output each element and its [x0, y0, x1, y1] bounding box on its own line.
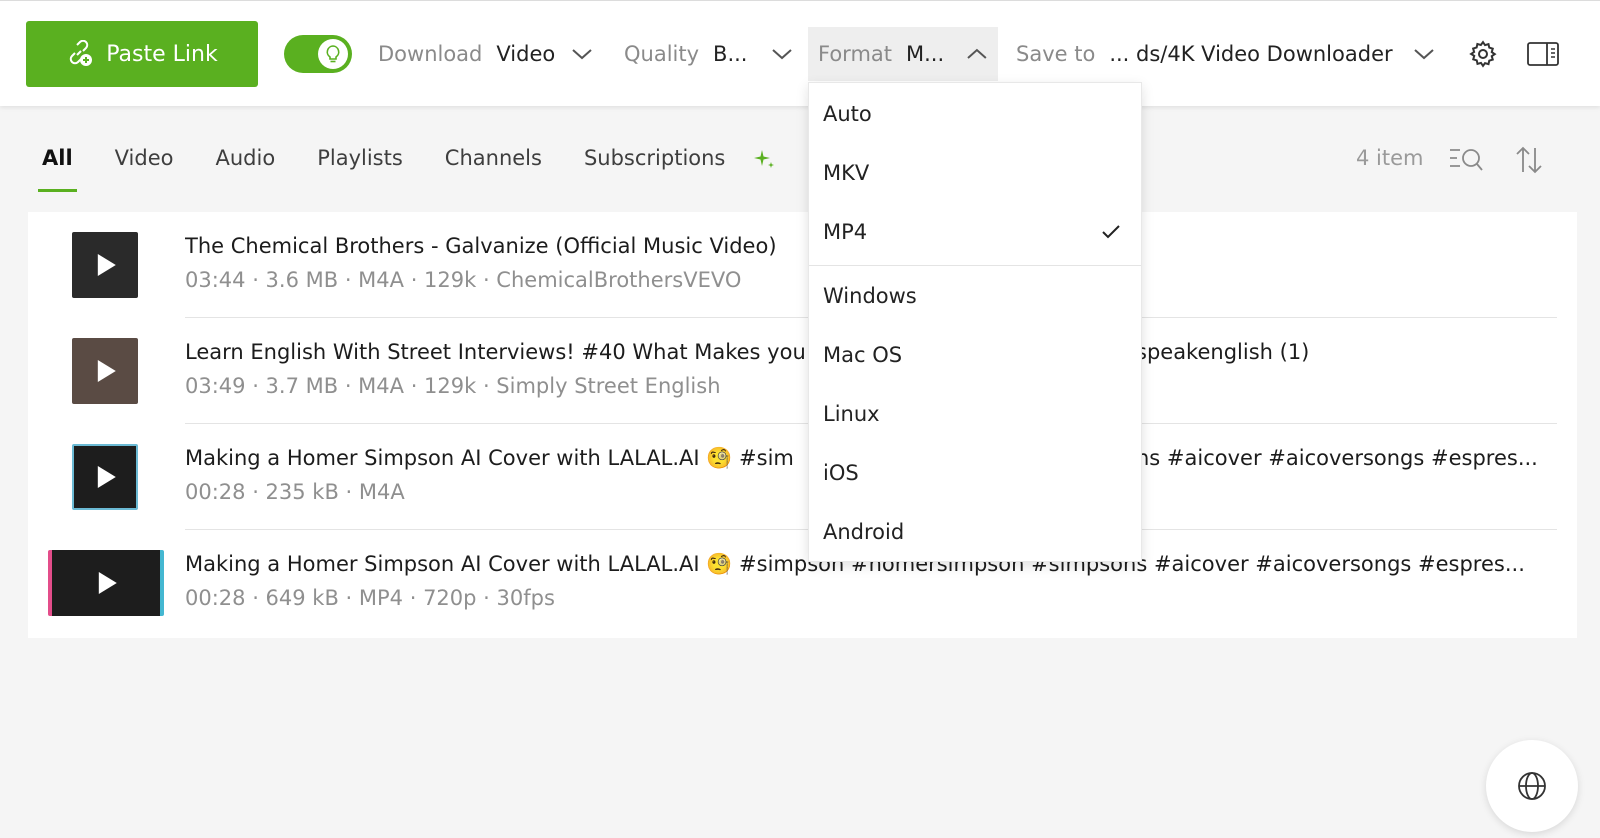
- list-item[interactable]: Making a Homer Simpson AI Cover with LAL…: [28, 530, 1577, 636]
- item-meta: 03:44 · 3.6 MB · M4A · 129k · ChemicalBr…: [185, 268, 742, 292]
- chevron-down-icon: [1413, 49, 1434, 60]
- quality-label: Quality: [624, 42, 700, 66]
- play-icon: [98, 572, 117, 594]
- chevron-down-icon: [572, 49, 592, 60]
- item-count: 4 item: [1356, 146, 1424, 170]
- download-list: The Chemical Brothers - Galvanize (Offic…: [28, 212, 1577, 638]
- item-title: Learn English With Street Interviews! #4…: [185, 340, 806, 364]
- video-thumbnail: [72, 444, 138, 510]
- list-item[interactable]: Making a Homer Simpson AI Cover with LAL…: [28, 424, 1577, 530]
- download-type-value: Video: [496, 42, 556, 66]
- tab-all[interactable]: All: [38, 138, 77, 192]
- sparkle-icon: [754, 150, 774, 168]
- format-option-linux[interactable]: Linux: [809, 385, 1141, 443]
- panel-right-icon: [1527, 42, 1559, 66]
- item-title-tail: speakenglish (1): [1136, 340, 1310, 364]
- format-option-auto[interactable]: Auto: [809, 85, 1141, 143]
- chevron-up-icon: [967, 48, 987, 59]
- format-option-mkv[interactable]: MKV: [809, 144, 1141, 202]
- item-title: Making a Homer Simpson AI Cover with LAL…: [185, 446, 794, 470]
- download-type-label: Download: [378, 42, 483, 66]
- format-label: Format: [818, 42, 893, 66]
- smart-mode-toggle[interactable]: [284, 35, 352, 73]
- play-icon: [97, 466, 116, 488]
- video-thumbnail: [72, 338, 138, 404]
- video-thumbnail: [48, 550, 164, 616]
- language-button[interactable]: [1486, 740, 1578, 832]
- list-item[interactable]: Learn English With Street Interviews! #4…: [28, 318, 1577, 424]
- toggle-knob: [318, 39, 348, 69]
- paste-link-label: Paste Link: [106, 41, 218, 67]
- format-option-macos[interactable]: Mac OS: [809, 326, 1141, 384]
- tab-audio[interactable]: Audio: [212, 138, 280, 192]
- format-option-windows[interactable]: Windows: [809, 267, 1141, 325]
- save-to-select[interactable]: Save to ... ds/4K Video Downloader: [1016, 27, 1435, 81]
- tab-subscriptions[interactable]: Subscriptions: [580, 138, 729, 192]
- tab-channels[interactable]: Channels: [441, 138, 546, 192]
- tab-bar: All Video Audio Playlists Channels Subsc…: [38, 138, 763, 194]
- format-option-android[interactable]: Android: [809, 503, 1141, 561]
- paste-link-button[interactable]: Paste Link: [26, 21, 258, 87]
- search-list-icon[interactable]: [1448, 144, 1484, 174]
- settings-button[interactable]: [1466, 37, 1500, 71]
- format-value: M...: [906, 42, 945, 66]
- toolbar: Paste Link Download Video Quality B... F…: [0, 0, 1600, 106]
- tab-video[interactable]: Video: [111, 138, 178, 192]
- item-title-tail: ns #aicover #aicoversongs #espres...: [1136, 446, 1538, 470]
- list-item[interactable]: The Chemical Brothers - Galvanize (Offic…: [28, 212, 1577, 318]
- gear-icon: [1469, 40, 1497, 68]
- item-meta: 00:28 · 235 kB · M4A: [185, 480, 405, 504]
- lightbulb-icon: [326, 45, 340, 63]
- chevron-down-icon: [772, 49, 793, 60]
- format-option-mp4-label: MP4: [823, 220, 868, 244]
- tab-playlists[interactable]: Playlists: [313, 138, 407, 192]
- item-meta: 00:28 · 649 kB · MP4 · 720p · 30fps: [185, 586, 555, 610]
- sidebar-toggle-button[interactable]: [1526, 37, 1560, 71]
- quality-value: B...: [713, 42, 748, 66]
- menu-divider: [809, 265, 1141, 266]
- format-select[interactable]: Format M...: [808, 27, 998, 81]
- link-plus-icon: [70, 40, 93, 66]
- globe-icon: [1518, 772, 1546, 800]
- item-meta: 03:49 · 3.7 MB · M4A · 129k · Simply Str…: [185, 374, 721, 398]
- download-type-select[interactable]: Download Video: [378, 27, 593, 81]
- play-icon: [97, 360, 116, 382]
- format-option-ios[interactable]: iOS: [809, 444, 1141, 502]
- sort-icon[interactable]: [1514, 144, 1544, 176]
- checkmark-icon: [1102, 225, 1120, 239]
- save-to-value: ... ds/4K Video Downloader: [1109, 42, 1393, 66]
- play-icon: [97, 254, 116, 276]
- quality-select[interactable]: Quality B...: [624, 27, 793, 81]
- format-dropdown-menu: Auto MKV MP4 Windows Mac OS Linux iOS An…: [808, 82, 1142, 562]
- save-to-label: Save to: [1016, 42, 1096, 66]
- video-thumbnail: [72, 232, 138, 298]
- format-option-mp4[interactable]: MP4: [809, 203, 1141, 261]
